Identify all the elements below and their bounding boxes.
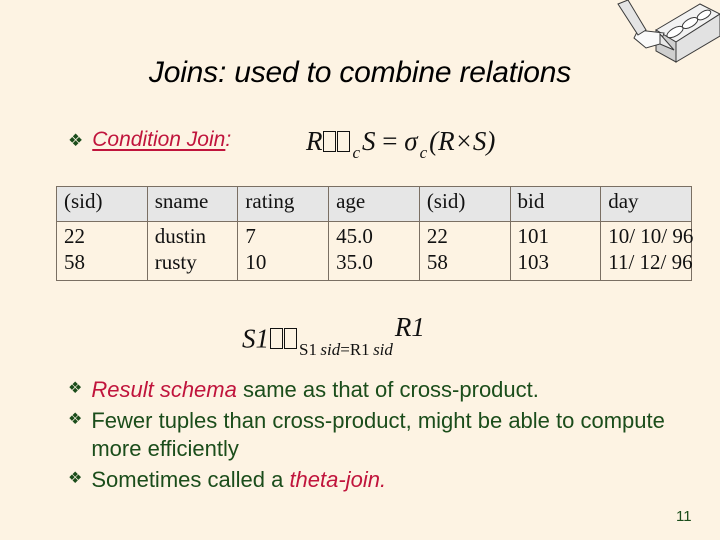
table-cell-bid: 101 103 <box>509 221 602 281</box>
sigma-subscript: c <box>419 142 428 162</box>
table-cell-day: 10/ 10/ 96 11/ 12/ 96 <box>600 221 694 281</box>
join-right-relation: R1 <box>394 312 425 342</box>
table-cell-age: 45.0 35.0 <box>328 221 420 281</box>
join-cond-right-attr: sid <box>373 339 393 359</box>
column-header-sid-2: (sid) <box>418 186 511 222</box>
list-item: ❖ Fewer tuples than cross-product, might… <box>68 407 688 463</box>
join-condition-subscript: S1 sid=R1 sid <box>297 340 395 359</box>
bullet-list: ❖ Result schema same as that of cross-pr… <box>68 376 688 498</box>
condition-join-row: ❖ Condition Join: <box>68 128 231 152</box>
cell-line: 35.0 <box>336 249 373 274</box>
cell-line: 103 <box>517 249 550 274</box>
cell-line: 58 <box>426 249 448 274</box>
column-header-bid: bid <box>509 186 602 222</box>
column-header-rating: rating <box>237 186 330 222</box>
formula-subscript: c <box>352 142 361 162</box>
cell-line: 22 <box>64 224 85 248</box>
sigma-symbol: σ <box>404 126 418 156</box>
cell-line: 10/ 10/ 96 <box>608 224 694 248</box>
bullet-text: Result schema same as that of cross-prod… <box>91 376 539 404</box>
column-header-sid-1: (sid) <box>56 186 148 222</box>
condition-join-label: Condition Join <box>92 128 226 151</box>
join-cond-equals: = <box>340 339 350 359</box>
column-header-sname: sname <box>146 186 239 222</box>
bullet-text: Fewer tuples than cross-product, might b… <box>91 408 665 462</box>
formula-right-relation: S <box>362 126 376 156</box>
table-cell-rating: 7 10 <box>237 221 330 281</box>
bullet-diamond-icon: ❖ <box>68 470 83 488</box>
join-symbol-icon <box>269 323 297 354</box>
cell-line: rusty <box>154 249 197 274</box>
result-table: (sid) sname rating age (sid) bid day 22 … <box>56 186 694 281</box>
list-item: ❖ Sometimes called a theta-join. <box>68 466 688 494</box>
cell-line: 58 <box>64 249 85 274</box>
bullet-diamond-icon: ❖ <box>68 411 83 429</box>
page-title: Joins: used to combine relations <box>148 56 572 89</box>
cell-line: 7 <box>245 224 256 248</box>
bullet-rest: same as that of cross-product. <box>236 377 539 402</box>
join-cond-left: S1 <box>299 339 317 359</box>
formula-expression: (R×S) <box>429 126 496 156</box>
list-item: ❖ Result schema same as that of cross-pr… <box>68 376 688 404</box>
bullet-prefix: Sometimes called a <box>91 467 290 493</box>
table-cell-sname: dustin rusty <box>146 221 239 281</box>
cell-line: 45.0 <box>336 224 373 248</box>
bullet-emphasis: theta-join. <box>289 467 387 493</box>
column-header-age: age <box>328 186 420 222</box>
join-cond-left-attr: sid <box>320 339 341 359</box>
bullet-diamond-icon: ❖ <box>68 380 83 397</box>
cell-line: 11/ 12/ 96 <box>608 249 693 274</box>
column-header-day: day <box>600 186 692 222</box>
cell-line: dustin <box>154 224 207 248</box>
page-number: 11 <box>676 508 692 525</box>
formula-left-relation: R <box>306 126 323 156</box>
bullet-text: Sometimes called a theta-join. <box>91 466 386 494</box>
formula-equals: = <box>382 126 398 156</box>
table-cell-sid-2: 22 58 <box>418 221 511 281</box>
table-header-row: (sid) sname rating age (sid) bid day <box>56 186 692 222</box>
cell-line: 22 <box>426 224 448 248</box>
cell-line: 101 <box>517 224 550 248</box>
cell-line: 10 <box>245 249 267 274</box>
join-cond-right: R1 <box>349 339 370 359</box>
condition-join-formula: RcS = σ c(R×S) <box>306 126 495 163</box>
join-symbol-icon <box>323 126 351 157</box>
join-left-relation: S1 <box>242 323 269 354</box>
table-cell-sid-1: 22 58 <box>56 221 148 281</box>
bullet-emphasis: Result schema <box>91 377 237 402</box>
table-body-row: 22 58 dustin rusty 7 10 45.0 35.0 22 58 … <box>56 221 694 281</box>
condition-join-colon: : <box>225 128 232 151</box>
join-expression-formula: S1 S1 sid=R1 sidR1 <box>242 312 425 360</box>
bullet-diamond-icon: ❖ <box>68 131 84 150</box>
